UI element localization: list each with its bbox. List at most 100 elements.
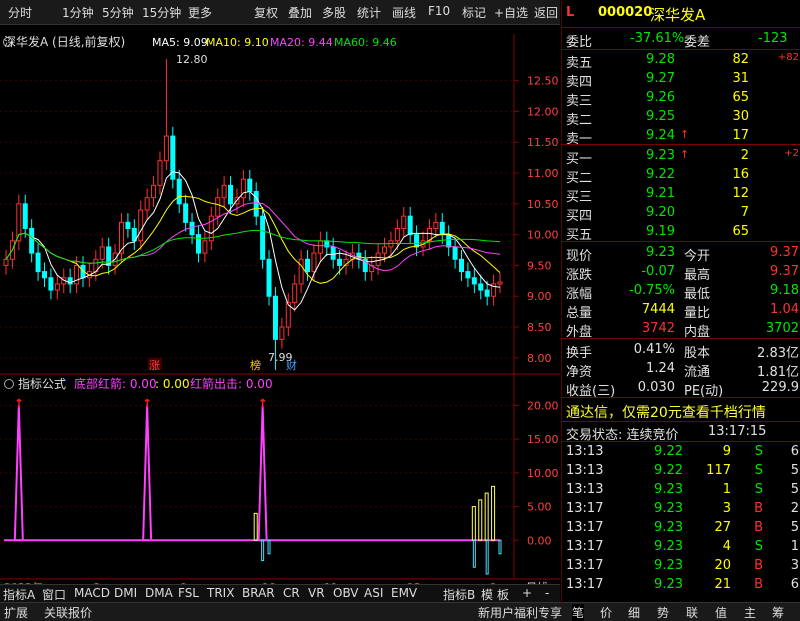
tick-volume: 1 xyxy=(722,482,731,497)
y-tick-label: 10.50 xyxy=(527,198,559,211)
candle-body xyxy=(195,234,201,254)
tab-mo[interactable]: 模 xyxy=(481,586,493,603)
sell-row[interactable]: 卖三 9.26 65 xyxy=(562,89,800,109)
tab-fenshi[interactable]: 分时 xyxy=(8,4,32,21)
tab-shi[interactable]: 势 xyxy=(657,604,669,621)
tick-count: 6 xyxy=(790,444,799,459)
add-indicator-button[interactable]: + xyxy=(522,586,532,600)
tick-row[interactable]: 13:17 9.23 3 B 2 xyxy=(562,500,800,518)
tick-row[interactable]: 13:17 9.23 4 S 1 xyxy=(562,538,800,556)
quote-row[interactable]: 外盘 3742 内盘 3702 xyxy=(562,320,800,340)
stat-row[interactable]: 换手 0.41% 股本 2.83亿 xyxy=(562,341,800,361)
tab-dma[interactable]: DMA xyxy=(145,586,173,600)
tick-row[interactable]: 13:17 9.23 20 B 3 xyxy=(562,557,800,575)
buy-row[interactable]: 买五 9.19 65 xyxy=(562,223,800,243)
tick-row[interactable]: 13:17 9.23 21 B 6 xyxy=(562,576,800,594)
new-user-promo[interactable]: 新用户福利专享 xyxy=(478,604,562,621)
tab-jia[interactable]: 价 xyxy=(600,604,612,621)
tab-indicator-a[interactable]: 指标A xyxy=(3,586,35,603)
promo-banner[interactable]: 通达信，仅需20元查看千档行情 xyxy=(562,401,800,421)
indicator-title[interactable]: 指标公式 xyxy=(18,376,66,391)
ma20-label: MA20: 9.44 xyxy=(270,36,333,49)
stats-button[interactable]: 统计 xyxy=(357,4,381,21)
tab-window[interactable]: 窗口 xyxy=(42,586,66,603)
expand-button[interactable]: 扩展 xyxy=(4,604,28,621)
tab-1min[interactable]: 1分钟 xyxy=(62,4,94,21)
candle-body xyxy=(189,221,195,236)
overlay-button[interactable]: 叠加 xyxy=(288,4,312,21)
tab-cr[interactable]: CR xyxy=(283,586,300,600)
tick-count: 5 xyxy=(790,463,799,478)
candle-body xyxy=(375,252,381,266)
stat-row[interactable]: 净资 1.24 流通 1.81亿 xyxy=(562,360,800,380)
order-volume: 65 xyxy=(732,224,749,239)
tick-price: 9.23 xyxy=(654,482,683,497)
indicator-label-a: 底部红箭: 0.00 xyxy=(74,376,157,391)
fuquan-button[interactable]: 复权 xyxy=(254,4,278,21)
tab-asi[interactable]: ASI xyxy=(364,586,383,600)
tab-15min[interactable]: 15分钟 xyxy=(142,4,181,21)
tab-xi[interactable]: 细 xyxy=(628,604,640,621)
candle-body xyxy=(260,215,266,260)
tab-5min[interactable]: 5分钟 xyxy=(102,4,134,21)
candle-body xyxy=(484,289,490,297)
back-button[interactable]: 返回 xyxy=(534,4,558,21)
tab-obv[interactable]: OBV xyxy=(333,586,359,600)
stat-row[interactable]: 收益(三) 0.030 PE(动) 229.9 xyxy=(562,379,800,399)
add-watchlist-button[interactable]: +自选 xyxy=(494,4,528,21)
buy-row[interactable]: 买四 9.20 7 xyxy=(562,204,800,224)
sell-row[interactable]: 卖一 9.24 17 ↑ xyxy=(562,127,800,147)
sell-row[interactable]: 卖二 9.25 30 xyxy=(562,108,800,128)
buy-row[interactable]: 买一 9.23 2 +2 ↑ xyxy=(562,147,800,167)
sell-row[interactable]: 卖五 9.28 82 +82 xyxy=(562,51,800,71)
tab-dmi[interactable]: DMI xyxy=(114,586,137,600)
tab-macd[interactable]: MACD xyxy=(74,586,110,600)
related-quote-button[interactable]: 关联报价 xyxy=(44,604,92,621)
tab-ban[interactable]: 板 xyxy=(497,586,509,603)
tab-more[interactable]: 更多 xyxy=(188,4,212,21)
candle-body xyxy=(439,221,445,236)
mark-button[interactable]: 标记 xyxy=(462,4,486,21)
draw-line-button[interactable]: 画线 xyxy=(392,4,416,21)
trade-status: 交易状态: 连续竞价 13:17:15 xyxy=(566,424,767,443)
candle-body xyxy=(157,160,163,186)
tab-trix[interactable]: TRIX xyxy=(207,586,234,600)
tick-row[interactable]: 13:17 9.23 27 B 5 xyxy=(562,519,800,537)
tick-row[interactable]: 13:13 9.22 9 S 6 xyxy=(562,443,800,461)
tick-row[interactable]: 13:13 9.22 117 S 5 xyxy=(562,462,800,480)
quote-row[interactable]: 涨跌 -0.07 最高 9.37 xyxy=(562,263,800,283)
remove-indicator-button[interactable]: - xyxy=(545,586,549,600)
tick-side: B xyxy=(754,501,763,516)
ma10-label: MA10: 9.10 xyxy=(206,36,269,49)
tab-brar[interactable]: BRAR xyxy=(242,586,275,600)
tab-zhi[interactable]: 值 xyxy=(715,604,727,621)
tab-zhu[interactable]: 主 xyxy=(744,604,756,621)
tab-lian[interactable]: 联 xyxy=(686,604,698,621)
kline-chart[interactable]: ↑ ↑ ↑ 12.50 12.00 11.50 11.00 10.50 10.00 9.50 9.… xyxy=(0,24,560,604)
quote-row[interactable]: 总量 7444 量比 1.04 xyxy=(562,301,800,321)
bang-tag[interactable]: 榜 xyxy=(250,358,261,372)
candle-body xyxy=(41,271,47,279)
y-tick-label: 11.50 xyxy=(527,136,559,149)
zhang-tag[interactable]: 涨 xyxy=(149,359,160,372)
quote-row[interactable]: 现价 9.23 今开 9.37 xyxy=(562,244,800,264)
y-tick-label: 8.50 xyxy=(527,321,552,334)
tab-vr[interactable]: VR xyxy=(308,586,325,600)
candle-body xyxy=(144,197,150,211)
cai-tag[interactable]: 财 xyxy=(286,358,297,372)
candle-body xyxy=(497,281,503,285)
tick-row[interactable]: 13:13 9.23 1 S 5 xyxy=(562,481,800,499)
stock-name: 深华发A xyxy=(650,6,706,24)
candle-body xyxy=(407,215,413,236)
tab-emv[interactable]: EMV xyxy=(391,586,417,600)
tab-chou[interactable]: 筹 xyxy=(772,604,784,621)
tab-indicator-b[interactable]: 指标B xyxy=(443,586,475,603)
f10-button[interactable]: F10 xyxy=(428,4,450,18)
quote-row[interactable]: 涨幅 -0.75% 最低 9.18 xyxy=(562,282,800,302)
tab-bi[interactable]: 笔 xyxy=(572,604,585,621)
tab-fsl[interactable]: FSL xyxy=(178,586,199,600)
multi-stock-button[interactable]: 多股 xyxy=(322,4,346,21)
sell-row[interactable]: 卖四 9.27 31 xyxy=(562,70,800,90)
buy-row[interactable]: 买三 9.21 12 xyxy=(562,185,800,205)
buy-row[interactable]: 买二 9.22 16 xyxy=(562,166,800,186)
